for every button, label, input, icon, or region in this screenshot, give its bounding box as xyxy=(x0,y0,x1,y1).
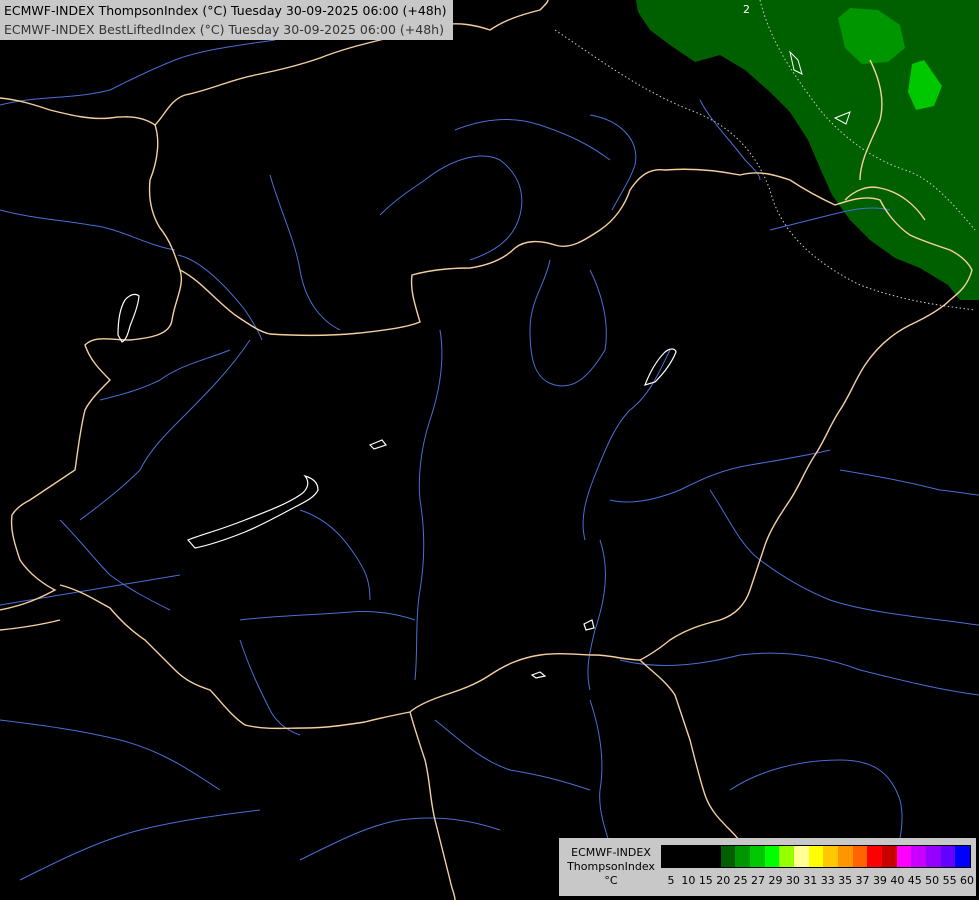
legend-swatch xyxy=(676,846,692,867)
legend-label-line1: ECMWF-INDEX xyxy=(571,846,651,859)
legend-swatch xyxy=(750,846,765,867)
legend-tick: 20 xyxy=(716,874,731,887)
legend-swatch xyxy=(794,846,809,867)
legend-swatch xyxy=(838,846,853,867)
legend-swatch xyxy=(867,846,883,867)
map-title: ECMWF-INDEX ThompsonIndex (°C) Tuesday 3… xyxy=(0,0,453,40)
legend-swatch xyxy=(691,846,707,867)
legend-tick: 25 xyxy=(733,874,748,887)
legend-swatch xyxy=(779,846,795,867)
legend-tick: 60 xyxy=(960,874,974,887)
legend-swatch xyxy=(823,846,839,867)
legend-label-unit: °C xyxy=(604,874,618,887)
legend-tick: 10 xyxy=(681,874,696,887)
legend-tick: 45 xyxy=(907,874,922,887)
legend-swatch xyxy=(955,846,971,867)
contour-label: 2 xyxy=(743,3,750,16)
legend-swatch xyxy=(662,846,677,867)
weather-map: 2 xyxy=(0,0,979,900)
legend-tick: 15 xyxy=(698,874,713,887)
legend-label-line2: ThompsonIndex xyxy=(567,860,655,873)
legend-swatch xyxy=(735,846,751,867)
legend-swatch xyxy=(764,846,780,867)
color-legend: ECMWF-INDEX ThompsonIndex °C 5 10 15 20 25 27… xyxy=(559,838,976,896)
title-line-thompson: ECMWF-INDEX ThompsonIndex (°C) Tuesday 3… xyxy=(4,3,447,18)
legend-tick: 31 xyxy=(803,874,818,887)
legend-swatch xyxy=(882,846,897,867)
legend-ticks: 5 10 15 20 25 27 29 30 31 33 35 37 39 40 45 50 55 60 xyxy=(667,874,979,888)
legend-tick: 35 xyxy=(838,874,853,887)
legend-tick: 33 xyxy=(820,874,835,887)
legend-swatches xyxy=(661,845,971,868)
legend-tick: 50 xyxy=(925,874,940,887)
legend-swatch xyxy=(896,846,912,867)
legend-tick: 27 xyxy=(751,874,766,887)
legend-tick: 37 xyxy=(855,874,870,887)
legend-swatch xyxy=(911,846,927,867)
legend-swatch xyxy=(852,846,868,867)
legend-swatch xyxy=(808,846,824,867)
legend-tick: 29 xyxy=(768,874,783,887)
legend-swatch xyxy=(720,846,736,867)
legend-swatch xyxy=(706,846,721,867)
legend-tick: 40 xyxy=(890,874,905,887)
legend-label: ECMWF-INDEX ThompsonIndex °C xyxy=(563,846,659,888)
legend-swatch xyxy=(926,846,941,867)
legend-tick: 30 xyxy=(785,874,800,887)
legend-tick: 55 xyxy=(942,874,957,887)
legend-tick: 39 xyxy=(872,874,887,887)
legend-tick: 5 xyxy=(667,874,675,887)
legend-swatch xyxy=(940,846,956,867)
title-line-bestlifted: ECMWF-INDEX BestLiftedIndex (°C) Tuesday… xyxy=(4,22,444,37)
